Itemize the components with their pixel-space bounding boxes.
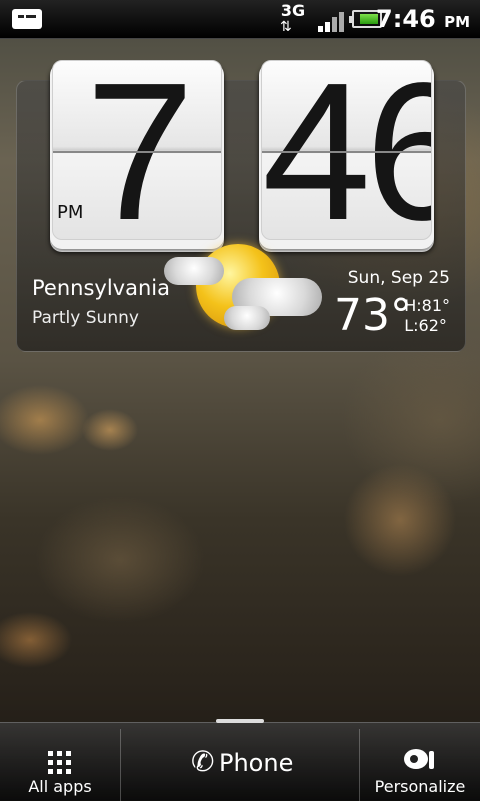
weather-condition: Partly Sunny bbox=[32, 308, 139, 328]
signal-icon bbox=[318, 10, 346, 32]
phone-label: Phone bbox=[219, 749, 294, 777]
personalize-button[interactable]: Personalize bbox=[360, 723, 480, 801]
data-arrows-icon: ⇅ bbox=[280, 19, 292, 35]
network-3g-icon: 3G bbox=[280, 1, 306, 20]
all-apps-label: All apps bbox=[28, 777, 92, 796]
minutes-flip-card[interactable]: 46 bbox=[259, 60, 434, 252]
personalize-label: Personalize bbox=[374, 777, 466, 796]
clock-minutes: 46 bbox=[262, 60, 431, 240]
weather-date: Sun, Sep 25 bbox=[347, 268, 450, 288]
cloud-icon bbox=[224, 306, 270, 330]
brush-icon bbox=[429, 751, 434, 769]
weather-location: Pennsylvania bbox=[32, 276, 170, 300]
all-apps-button[interactable]: All apps bbox=[0, 723, 120, 801]
hours-flip-card[interactable]: 7 PM bbox=[50, 60, 224, 252]
weather-high-low: H:81° L:62° bbox=[404, 296, 450, 336]
all-apps-grid-icon bbox=[48, 751, 72, 775]
status-clock: 7:46 PM bbox=[376, 5, 470, 33]
weather-low: L:62° bbox=[404, 316, 447, 335]
phone-button[interactable]: ✆ Phone bbox=[121, 723, 359, 801]
bottom-dock: All apps ✆ Phone Personalize bbox=[0, 719, 480, 801]
personalize-icon bbox=[404, 749, 428, 769]
weather-high: H:81° bbox=[404, 296, 450, 315]
status-bar: 3G ⇅ 7:46 PM bbox=[0, 0, 480, 39]
message-icon bbox=[12, 9, 42, 29]
clock-ampm: PM bbox=[57, 202, 84, 223]
phone-icon: ✆ bbox=[191, 745, 215, 778]
weather-temperature: 73° bbox=[334, 290, 412, 341]
cloud-icon bbox=[164, 257, 224, 285]
